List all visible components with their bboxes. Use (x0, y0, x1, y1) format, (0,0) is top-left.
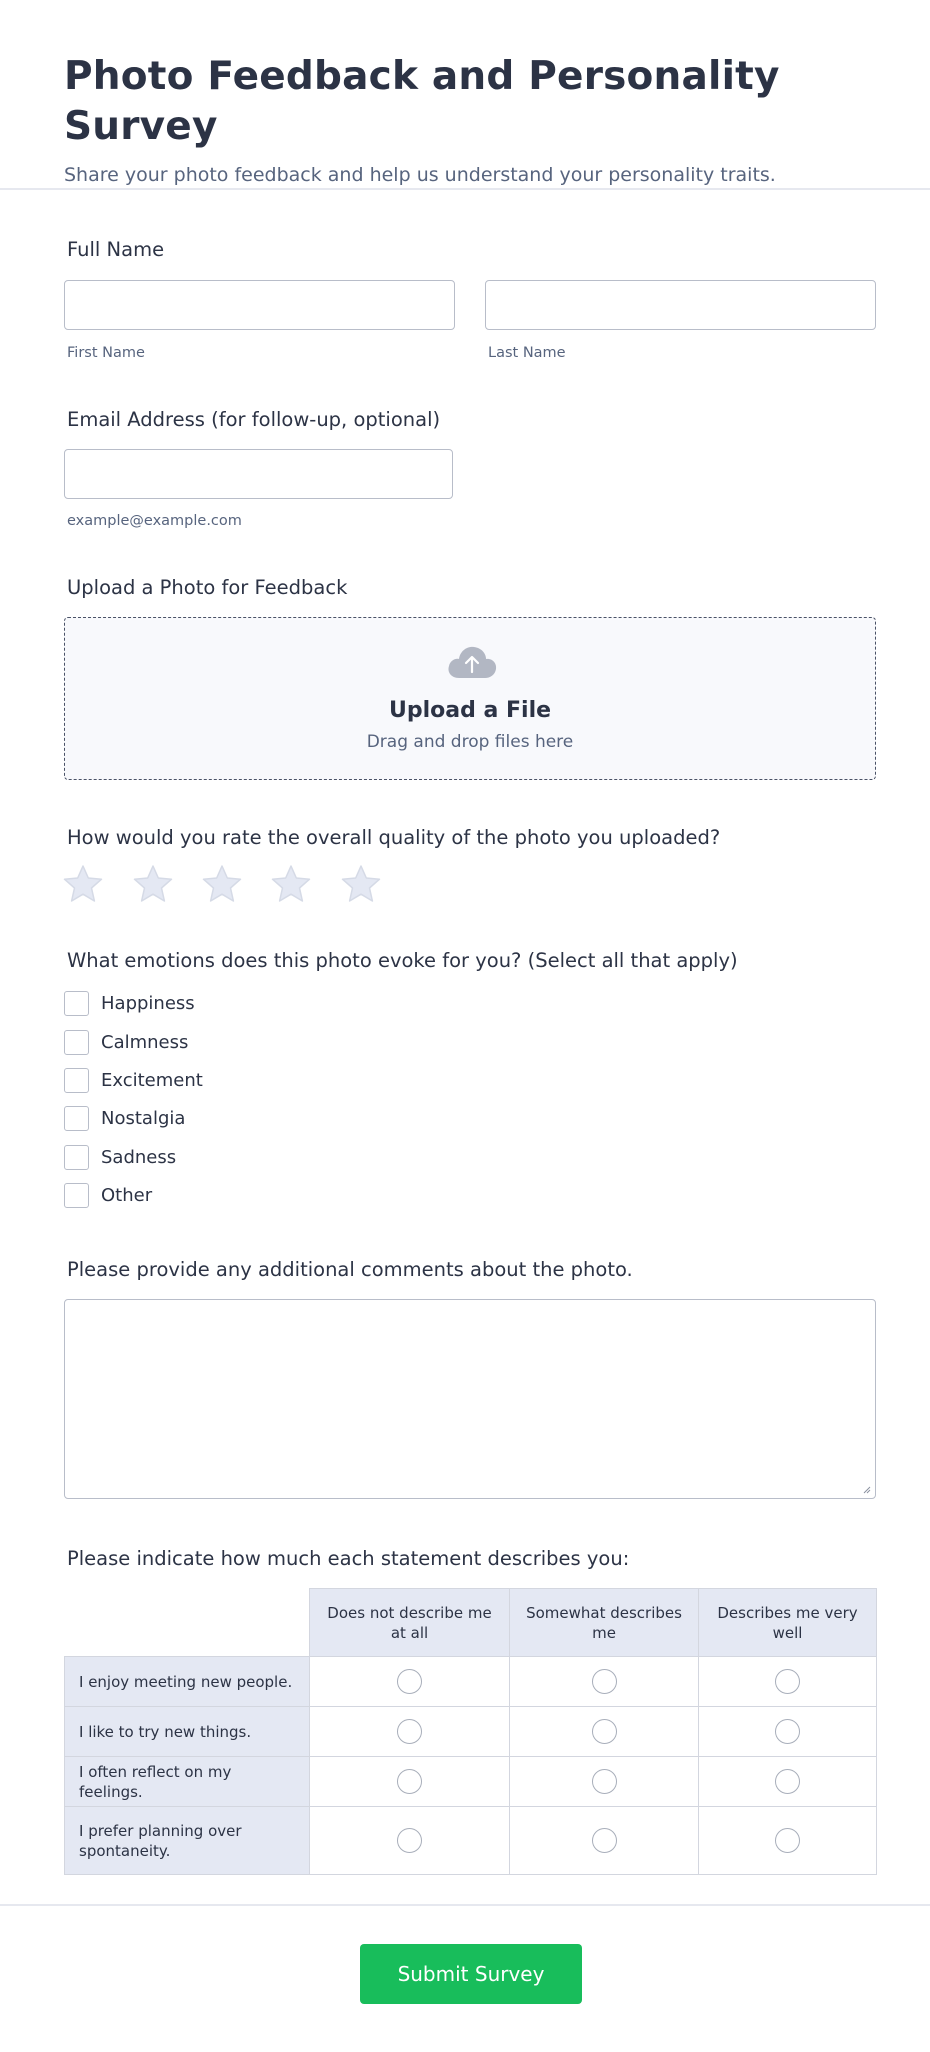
emotion-label: Calmness (101, 1031, 189, 1053)
full-name-label: Full Name (67, 238, 165, 261)
emotion-option[interactable]: Calmness (64, 1029, 188, 1055)
emotion-label: Nostalgia (101, 1107, 186, 1129)
matrix-row-label: I like to try new things. (64, 1706, 310, 1757)
matrix-row: I enjoy meeting new people. (64, 1656, 877, 1707)
emotion-checkbox[interactable] (64, 1182, 89, 1208)
matrix-radio[interactable] (775, 1828, 800, 1853)
matrix-radio[interactable] (775, 1769, 800, 1794)
emotion-checkbox[interactable] (64, 1144, 89, 1170)
rating-star-2[interactable] (132, 864, 174, 904)
matrix-row-label: I prefer planning over spontaneity. (64, 1806, 310, 1875)
emotion-option[interactable]: Sadness (64, 1144, 176, 1170)
upload-hint: Drag and drop files here (366, 732, 574, 752)
rating-label: How would you rate the overall quality o… (67, 826, 721, 849)
upload-title: Upload a File (388, 698, 552, 723)
emotion-label: Sadness (101, 1146, 177, 1168)
matrix-cell (509, 1656, 699, 1707)
email-sublabel: example@example.com (67, 513, 242, 529)
emotion-checkbox[interactable] (64, 1105, 89, 1131)
matrix-row: I like to try new things. (64, 1706, 877, 1757)
last-name-sublabel: Last Name (488, 345, 566, 361)
matrix-column-header: Somewhat describes me (509, 1588, 699, 1657)
rating-star-5[interactable] (340, 864, 382, 904)
emotion-label: Other (101, 1184, 153, 1206)
matrix-radio[interactable] (591, 1769, 617, 1794)
matrix-radio[interactable] (397, 1828, 422, 1853)
rating-star-4[interactable] (270, 864, 312, 904)
comments-label: Please provide any additional comments a… (67, 1258, 633, 1281)
rating-star-3[interactable] (201, 864, 243, 904)
comments-textarea[interactable] (64, 1299, 876, 1499)
emotion-checkbox[interactable] (64, 1029, 89, 1055)
emotion-option[interactable]: Happiness (64, 990, 195, 1016)
matrix-column-header: Does not describe me at all (309, 1588, 510, 1657)
matrix-cell (509, 1706, 699, 1757)
matrix-radio[interactable] (397, 1669, 422, 1694)
matrix-column-header: Describes me very well (698, 1588, 877, 1657)
matrix-cell (309, 1806, 510, 1875)
submit-button[interactable]: Submit Survey (360, 1944, 582, 2004)
matrix-row-label: I often reflect on my feelings. (64, 1756, 310, 1807)
email-label: Email Address (for follow-up, optional) (67, 408, 441, 431)
matrix-radio[interactable] (775, 1669, 800, 1694)
last-name-input[interactable] (485, 280, 876, 330)
upload-label: Upload a Photo for Feedback (67, 576, 348, 599)
emotion-checkbox[interactable] (64, 990, 89, 1016)
emotion-option[interactable]: Nostalgia (64, 1105, 185, 1131)
first-name-sublabel: First Name (67, 345, 145, 361)
matrix-row: I prefer planning over spontaneity. (64, 1806, 877, 1875)
matrix-radio[interactable] (397, 1719, 422, 1744)
matrix-cell (698, 1756, 877, 1807)
resize-handle-icon[interactable] (861, 1484, 871, 1494)
emotion-label: Excitement (101, 1069, 203, 1091)
matrix-cell (309, 1706, 510, 1757)
matrix-cell (309, 1756, 510, 1807)
file-upload-dropzone[interactable]: Upload a File Drag and drop files here (64, 617, 876, 780)
email-input[interactable] (64, 449, 453, 499)
matrix-cell (509, 1756, 699, 1807)
matrix-radio[interactable] (775, 1719, 800, 1744)
emotion-option[interactable]: Other (64, 1182, 152, 1208)
page-subtitle: Share your photo feedback and help us un… (64, 164, 776, 186)
matrix-radio[interactable] (397, 1769, 422, 1794)
personality-matrix: Does not describe me at all Somewhat desc… (64, 1588, 877, 1875)
matrix-radio[interactable] (591, 1828, 617, 1853)
emotion-label: Happiness (101, 992, 195, 1014)
matrix-radio[interactable] (591, 1719, 617, 1744)
emotion-checkbox[interactable] (64, 1067, 89, 1093)
matrix-row: I often reflect on my feelings. (64, 1756, 877, 1807)
matrix-cell (698, 1706, 877, 1757)
matrix-cell (698, 1656, 877, 1707)
emotion-option[interactable]: Excitement (64, 1067, 203, 1093)
emotions-label: What emotions does this photo evoke for … (67, 949, 738, 972)
matrix-radio[interactable] (591, 1669, 617, 1694)
rating-star-1[interactable] (62, 864, 104, 904)
page-title: Photo Feedback and Personality Survey (64, 54, 780, 149)
matrix-label: Please indicate how much each statement … (67, 1547, 630, 1570)
matrix-cell (309, 1656, 510, 1707)
matrix-corner (64, 1588, 310, 1657)
matrix-row-label: I enjoy meeting new people. (64, 1656, 310, 1707)
matrix-cell (509, 1806, 699, 1875)
cloud-upload-icon (448, 646, 497, 678)
matrix-cell (698, 1806, 877, 1875)
form-header: Photo Feedback and Personality Survey Sh… (0, 0, 930, 190)
first-name-input[interactable] (64, 280, 455, 330)
form-footer: Submit Survey (0, 1904, 930, 2052)
